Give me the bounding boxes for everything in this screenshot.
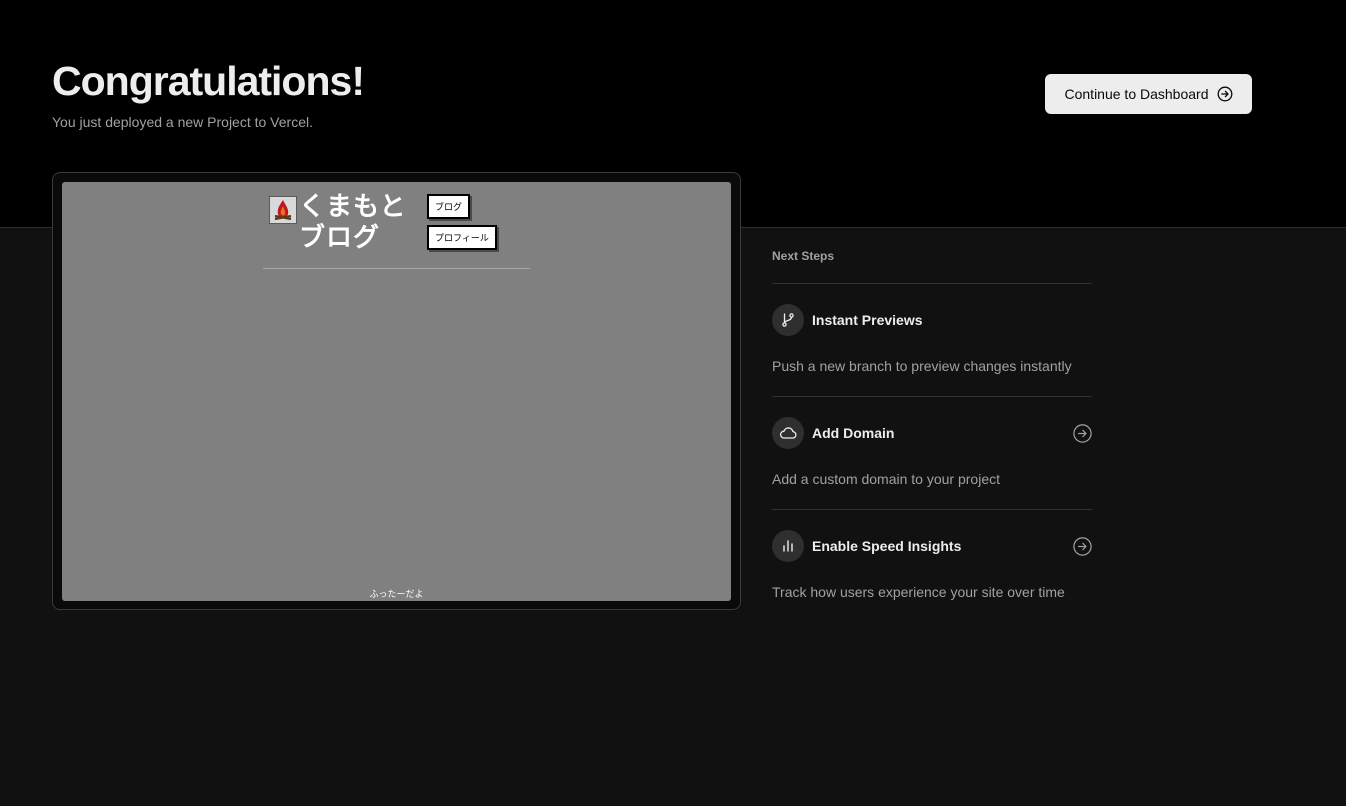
site-footer: ふったーだよ xyxy=(369,589,424,599)
arrow-right-circle-icon[interactable] xyxy=(1073,424,1092,443)
next-steps-panel: Next Steps Instant Previews Push a new b… xyxy=(772,248,1092,623)
cloud-icon xyxy=(772,417,804,449)
deployment-preview[interactable]: くまもとブログ ブログ プロフィール ふったーだよ xyxy=(52,172,741,610)
page-title: Congratulations! xyxy=(52,58,365,104)
next-steps-heading: Next Steps xyxy=(772,248,1092,284)
step-description: Push a new branch to preview changes ins… xyxy=(772,358,1072,374)
arrow-right-circle-icon xyxy=(1217,86,1233,102)
step-title: Add Domain xyxy=(812,425,895,441)
nav-profile-button[interactable]: プロフィール xyxy=(427,225,497,250)
git-branch-icon xyxy=(772,304,804,336)
step-instant-previews: Instant Previews Push a new branch to pr… xyxy=(772,284,1092,397)
page-subtitle: You just deployed a new Project to Verce… xyxy=(52,114,313,130)
step-description: Track how users experience your site ove… xyxy=(772,584,1065,600)
site-divider xyxy=(263,268,530,269)
site-title: くまもとブログ xyxy=(299,192,407,253)
arrow-right-circle-icon[interactable] xyxy=(1073,537,1092,556)
step-add-domain[interactable]: Add Domain Add a custom domain to your p… xyxy=(772,397,1092,510)
bar-chart-icon xyxy=(772,530,804,562)
continue-button-label: Continue to Dashboard xyxy=(1064,86,1209,102)
preview-screenshot[interactable]: くまもとブログ ブログ プロフィール ふったーだよ xyxy=(62,182,731,601)
step-title: Enable Speed Insights xyxy=(812,538,962,554)
step-title: Instant Previews xyxy=(812,312,923,328)
step-description: Add a custom domain to your project xyxy=(772,471,1001,487)
step-speed-insights[interactable]: Enable Speed Insights Track how users ex… xyxy=(772,510,1092,623)
nav-blog-button[interactable]: ブログ xyxy=(427,194,471,219)
continue-to-dashboard-button[interactable]: Continue to Dashboard xyxy=(1045,74,1252,114)
campfire-icon xyxy=(269,196,297,224)
